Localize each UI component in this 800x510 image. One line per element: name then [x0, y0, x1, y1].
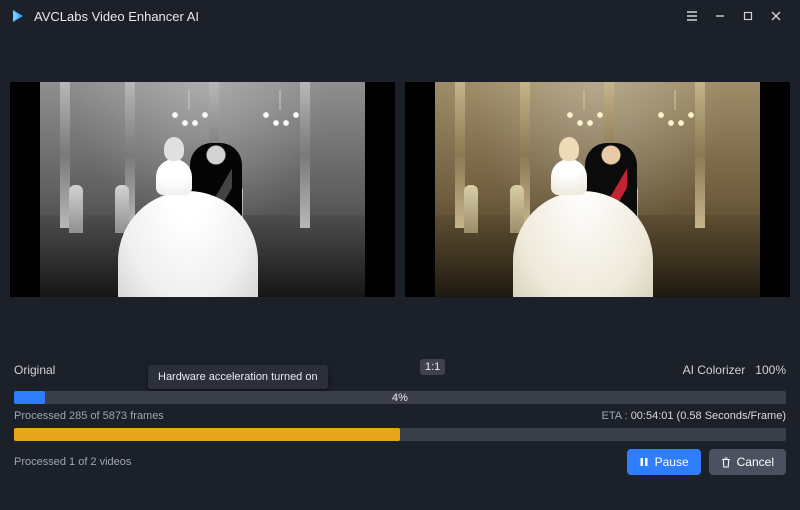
app-title: AVCLabs Video Enhancer AI: [34, 9, 199, 24]
preview-labels-row: Original AI Colorizer 100% 1:1 Hardware …: [0, 359, 800, 381]
eta-text: ETA : 00:54:01 (0.58 Seconds/Frame): [602, 410, 786, 422]
title-bar: AVCLabs Video Enhancer AI: [0, 0, 800, 32]
pause-button[interactable]: Pause: [627, 449, 701, 475]
cancel-button[interactable]: Cancel: [709, 449, 786, 475]
mode-label: AI Colorizer 100%: [683, 363, 786, 377]
overall-progress-bar: 4%: [14, 391, 786, 404]
pause-icon: [639, 457, 649, 467]
frame-progress-bar: [14, 428, 786, 441]
overall-progress-percent: 4%: [14, 391, 786, 404]
menu-button[interactable]: [678, 2, 706, 30]
minimize-button[interactable]: [706, 2, 734, 30]
close-button[interactable]: [762, 2, 790, 30]
hw-accel-tooltip: Hardware acceleration turned on: [148, 365, 328, 389]
trash-icon: [721, 457, 731, 468]
bottom-row: Processed 1 of 2 videos Pause Cancel: [0, 447, 800, 477]
aspect-ratio-badge[interactable]: 1:1: [420, 359, 445, 375]
preview-original: [10, 82, 395, 297]
maximize-button[interactable]: [734, 2, 762, 30]
preview-enhanced: [405, 82, 790, 297]
frames-row: Processed 285 of 5873 frames ETA : 00:54…: [14, 410, 786, 422]
progress-section: 4% Processed 285 of 5873 frames ETA : 00…: [0, 391, 800, 441]
frames-processed-text: Processed 285 of 5873 frames: [14, 410, 164, 422]
zoom-percent: 100%: [755, 363, 786, 377]
app-logo-icon: [10, 8, 26, 24]
videos-processed-text: Processed 1 of 2 videos: [14, 456, 131, 468]
preview-area: [0, 32, 800, 297]
original-label: Original: [14, 363, 55, 377]
